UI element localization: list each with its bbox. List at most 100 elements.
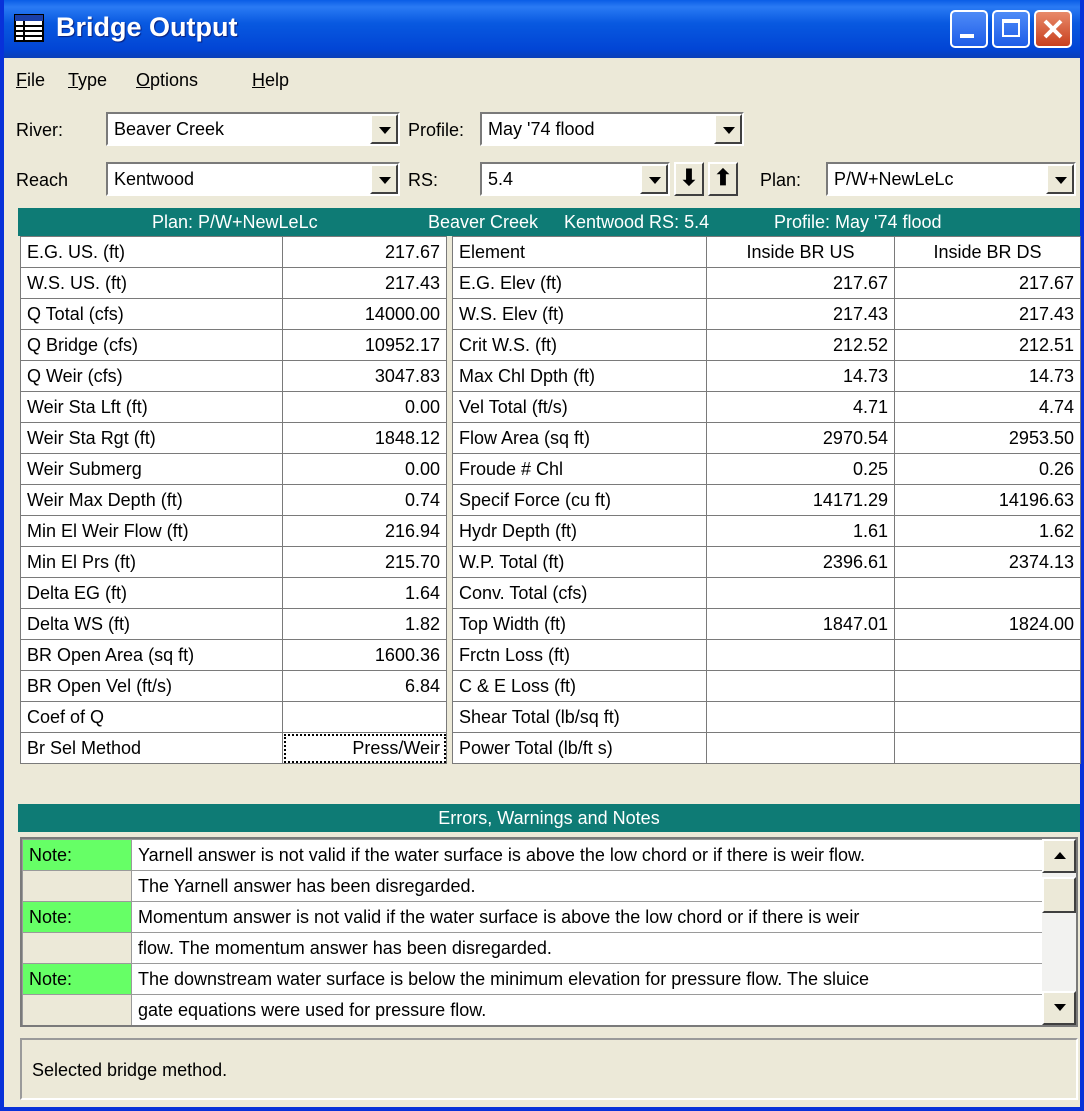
element-value[interactable]: 1.62 — [894, 515, 1081, 547]
parameter-value[interactable]: 14000.00 — [282, 298, 447, 330]
parameter-value[interactable]: 10952.17 — [282, 329, 447, 361]
notes-title: Errors, Warnings and Notes — [438, 808, 660, 828]
element-label: Hydr Depth (ft) — [452, 515, 707, 547]
scroll-down-icon — [1054, 1004, 1066, 1011]
maximize-button[interactable] — [992, 10, 1030, 48]
element-value[interactable]: 1.61 — [706, 515, 895, 547]
element-value[interactable]: 14.73 — [894, 360, 1081, 392]
element-value[interactable] — [894, 732, 1081, 764]
element-value[interactable] — [706, 701, 895, 733]
element-value[interactable]: 217.43 — [894, 298, 1081, 330]
element-value[interactable]: 217.43 — [706, 298, 895, 330]
parameter-label: Delta EG (ft) — [20, 577, 283, 609]
scroll-down-button[interactable] — [1042, 991, 1076, 1025]
element-value[interactable]: 0.26 — [894, 453, 1081, 485]
chevron-down-icon[interactable] — [640, 164, 668, 194]
element-value[interactable]: 1847.01 — [706, 608, 895, 640]
table-row: Br Sel Method Press/Weir — [20, 732, 447, 764]
parameter-value[interactable]: 0.00 — [282, 391, 447, 423]
rs-select[interactable]: 5.4 — [480, 162, 670, 196]
element-value[interactable] — [706, 670, 895, 702]
element-value[interactable]: 2953.50 — [894, 422, 1081, 454]
element-value[interactable]: 217.67 — [706, 267, 895, 299]
scroll-up-button[interactable] — [1042, 839, 1076, 873]
profile-select[interactable]: May '74 flood — [480, 112, 744, 146]
table-header-row: Element Inside BR US Inside BR DS — [452, 236, 1081, 268]
chevron-down-icon[interactable] — [1046, 164, 1074, 194]
parameter-value[interactable]: 216.94 — [282, 515, 447, 547]
parameter-value[interactable]: 0.00 — [282, 453, 447, 485]
element-value[interactable] — [894, 670, 1081, 702]
menu-file[interactable]: File — [16, 70, 45, 91]
element-value[interactable]: 212.52 — [706, 329, 895, 361]
parameter-value[interactable]: 3047.83 — [282, 360, 447, 392]
chevron-down-icon[interactable] — [370, 114, 398, 144]
element-value[interactable]: 2396.61 — [706, 546, 895, 578]
menu-type[interactable]: Type — [68, 70, 107, 91]
table-row: BR Open Area (sq ft) 1600.36 — [20, 639, 447, 671]
element-value[interactable]: 14196.63 — [894, 484, 1081, 516]
menu-options[interactable]: Options — [136, 70, 198, 91]
table-row: E.G. Elev (ft) 217.67 217.67 — [452, 267, 1081, 299]
close-button[interactable] — [1034, 10, 1072, 48]
element-value[interactable]: 0.25 — [706, 453, 895, 485]
note-tag: Note: — [22, 963, 132, 995]
table-row: W.S. US. (ft) 217.43 — [20, 267, 447, 299]
element-value[interactable] — [706, 732, 895, 764]
element-value[interactable]: 217.67 — [894, 267, 1081, 299]
chevron-down-icon[interactable] — [714, 114, 742, 144]
element-value[interactable] — [706, 639, 895, 671]
parameter-value[interactable]: 217.67 — [282, 236, 447, 268]
parameter-label: Min El Weir Flow (ft) — [20, 515, 283, 547]
parameter-label: Weir Sta Lft (ft) — [20, 391, 283, 423]
minimize-icon — [960, 34, 974, 38]
note-text: flow. The momentum answer has been disre… — [131, 932, 1044, 964]
parameter-value[interactable] — [282, 701, 447, 733]
element-value[interactable]: 14171.29 — [706, 484, 895, 516]
note-tag — [22, 870, 132, 902]
minimize-button[interactable] — [950, 10, 988, 48]
scroll-thumb[interactable] — [1042, 877, 1076, 913]
parameter-value[interactable]: 1.64 — [282, 577, 447, 609]
window-title: Bridge Output — [56, 12, 238, 42]
parameter-value[interactable]: 1600.36 — [282, 639, 447, 671]
parameter-label: Q Bridge (cfs) — [20, 329, 283, 361]
table-row: Conv. Total (cfs) — [452, 577, 1081, 609]
element-value[interactable]: 1824.00 — [894, 608, 1081, 640]
title-bar[interactable]: Bridge Output — [4, 0, 1080, 58]
element-label: Conv. Total (cfs) — [452, 577, 707, 609]
menu-help[interactable]: Help — [252, 70, 289, 91]
bridge-summary-table: E.G. US. (ft) 217.67 W.S. US. (ft) 217.43 Q … — [20, 236, 447, 764]
parameter-value[interactable]: 1848.12 — [282, 422, 447, 454]
parameter-value[interactable]: 0.74 — [282, 484, 447, 516]
element-label: Froude # Chl — [452, 453, 707, 485]
next-rs-button[interactable]: ⬇ — [674, 162, 704, 196]
table-row: Hydr Depth (ft) 1.61 1.62 — [452, 515, 1081, 547]
reach-label: Reach — [16, 170, 69, 190]
element-value[interactable] — [706, 577, 895, 609]
element-value[interactable]: 2374.13 — [894, 546, 1081, 578]
chevron-down-icon[interactable] — [370, 164, 398, 194]
parameter-value[interactable]: 1.82 — [282, 608, 447, 640]
element-value[interactable]: 4.74 — [894, 391, 1081, 423]
element-value[interactable] — [894, 577, 1081, 609]
element-value[interactable] — [894, 639, 1081, 671]
element-value[interactable] — [894, 701, 1081, 733]
parameter-value[interactable]: 217.43 — [282, 267, 447, 299]
river-select[interactable]: Beaver Creek — [106, 112, 400, 146]
element-value[interactable]: 2970.54 — [706, 422, 895, 454]
plan-select[interactable]: P/W+NewLeLc — [826, 162, 1076, 196]
element-value[interactable]: 14.73 — [706, 360, 895, 392]
parameter-value[interactable]: 6.84 — [282, 670, 447, 702]
profile-label: Profile: — [408, 120, 465, 140]
parameter-value[interactable]: 215.70 — [282, 546, 447, 578]
notes-table: Note: Yarnell answer is not valid if the … — [22, 839, 1044, 1025]
element-value[interactable]: 4.71 — [706, 391, 895, 423]
reach-select[interactable]: Kentwood — [106, 162, 400, 196]
river-value: Beaver Creek — [114, 119, 225, 139]
table-row: Min El Weir Flow (ft) 216.94 — [20, 515, 447, 547]
parameter-value[interactable]: Press/Weir — [282, 732, 447, 764]
element-value[interactable]: 212.51 — [894, 329, 1081, 361]
previous-rs-button[interactable]: ⬆ — [708, 162, 738, 196]
notes-scrollbar[interactable] — [1042, 839, 1076, 1025]
